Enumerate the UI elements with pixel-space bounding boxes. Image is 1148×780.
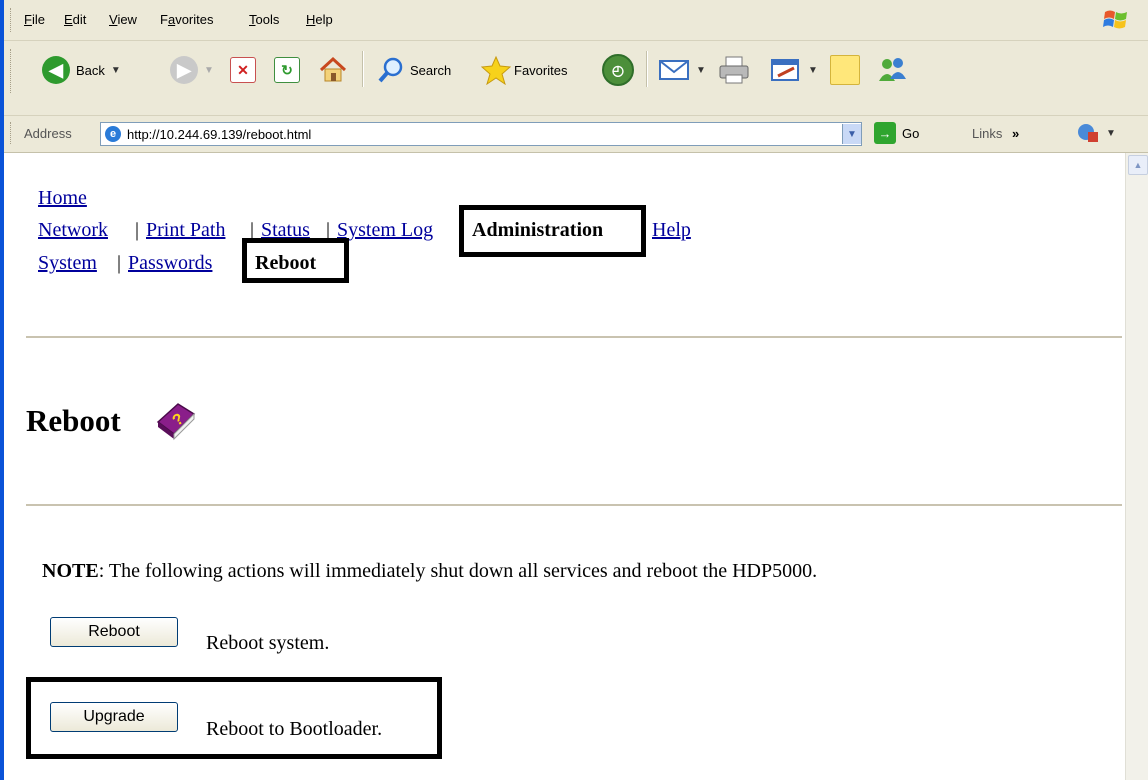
search-icon — [378, 57, 403, 83]
forward-arrow-icon: ▶ — [170, 56, 198, 84]
print-button[interactable] — [718, 49, 750, 91]
refresh-icon: ↻ — [274, 57, 300, 83]
chevron-down-icon: ▼ — [204, 64, 214, 76]
nav-home-link[interactable]: Home — [38, 187, 87, 210]
back-arrow-icon: ◀ — [42, 56, 70, 84]
vertical-scrollbar[interactable]: ▲ — [1125, 153, 1148, 780]
address-grip — [10, 122, 14, 144]
reboot-button[interactable]: Reboot — [50, 617, 178, 647]
upgrade-button[interactable]: Upgrade — [50, 702, 178, 732]
toolbar-separator — [362, 51, 364, 87]
printer-icon — [719, 56, 749, 84]
ie-page-icon: e — [105, 126, 121, 142]
divider — [26, 504, 1122, 507]
messenger-icon — [879, 58, 906, 81]
mail-button[interactable]: ▼ — [658, 49, 706, 91]
go-label: Go — [902, 125, 920, 141]
menu-help[interactable]: Help — [306, 12, 333, 27]
star-icon — [480, 55, 512, 85]
nav-print-path-link[interactable]: Print Path — [146, 219, 225, 242]
links-chevron-icon[interactable]: » — [1012, 126, 1019, 141]
address-label: Address — [24, 126, 72, 141]
nav-network-link[interactable]: Network — [38, 219, 108, 242]
stop-icon: ✕ — [230, 57, 256, 83]
nav-separator: | — [117, 252, 122, 274]
chevron-down-icon: ▼ — [808, 64, 818, 76]
divider — [26, 336, 1122, 339]
nav-current-page: Reboot — [255, 252, 317, 274]
menu-view[interactable]: View — [109, 12, 137, 27]
nav-current-section: Administration — [472, 219, 604, 241]
upgrade-description: Reboot to Bootloader. — [206, 718, 383, 740]
chevron-up-icon: ▲ — [1133, 160, 1143, 170]
home-icon — [319, 56, 347, 82]
extension-button[interactable]: ▼ — [1076, 122, 1116, 144]
menu-edit[interactable]: Edit — [64, 12, 86, 27]
edit-page-icon — [771, 59, 799, 81]
address-input[interactable]: e http://10.244.69.139/reboot.html ▼ — [100, 122, 862, 146]
toolbar-grip — [10, 49, 14, 93]
help-book-icon: ? — [156, 403, 196, 441]
back-label: Back — [76, 62, 105, 78]
address-bar: Address e http://10.244.69.139/reboot.ht… — [4, 116, 1148, 153]
refresh-button[interactable]: ↻ — [274, 49, 300, 91]
nav-help-link[interactable]: Help — [652, 219, 691, 242]
chevron-down-icon: ▼ — [847, 128, 857, 140]
menu-file[interactable]: File — [24, 12, 45, 27]
go-button[interactable]: → Go — [874, 122, 919, 144]
forward-button[interactable]: ▶ ▼ — [170, 49, 214, 91]
menu-favorites[interactable]: Favorites — [160, 12, 213, 27]
chevron-down-icon: ▼ — [696, 64, 706, 76]
favorites-label: Favorites — [514, 62, 568, 78]
edit-button[interactable]: ▼ — [770, 49, 818, 91]
menu-grip — [10, 8, 14, 32]
menu-bar: File Edit View Favorites Tools Help — [4, 0, 1148, 41]
history-icon: ◴ — [602, 54, 634, 86]
address-url[interactable]: http://10.244.69.139/reboot.html — [127, 127, 311, 142]
go-arrow-icon: → — [874, 122, 896, 144]
messenger-button[interactable] — [876, 49, 908, 91]
browser-window: File Edit View Favorites Tools Help ◀ Ba… — [0, 0, 1148, 780]
search-button[interactable]: Search — [376, 49, 451, 91]
address-dropdown-button[interactable]: ▼ — [842, 124, 861, 144]
note-body: : The following actions will immediately… — [98, 560, 818, 582]
note-label: NOTE — [42, 560, 99, 582]
stop-button[interactable]: ✕ — [230, 49, 256, 91]
nav-passwords-link[interactable]: Passwords — [128, 252, 212, 275]
toolbar-separator — [646, 51, 648, 87]
links-label: Links — [972, 126, 1003, 141]
note-text: NOTE: The following actions will immedia… — [42, 560, 817, 583]
history-button[interactable]: ◴ — [602, 49, 634, 91]
discuss-button[interactable] — [830, 49, 860, 91]
extension-icon — [1078, 124, 1098, 142]
menu-tools[interactable]: Tools — [249, 12, 279, 27]
chevron-down-icon: ▼ — [110, 64, 121, 76]
reboot-description: Reboot system. — [206, 632, 330, 654]
windows-logo-icon — [1103, 10, 1127, 29]
favorites-button[interactable]: Favorites — [480, 49, 567, 91]
page-title: Reboot — [26, 403, 121, 438]
mail-icon — [659, 60, 689, 80]
chevron-down-icon: ▼ — [1106, 127, 1116, 139]
note-icon — [830, 55, 860, 85]
standard-toolbar: ◀ Back ▼ ▶ ▼ ✕ ↻ Search Favorites ◴ ▼ ▼ — [4, 41, 1148, 116]
nav-system-log-link[interactable]: System Log — [337, 219, 433, 242]
search-label: Search — [410, 62, 452, 78]
nav-separator: | — [135, 219, 140, 241]
home-button[interactable] — [318, 49, 348, 91]
page-content: Home Network | Print Path | Status | Sys… — [4, 153, 1126, 780]
nav-system-link[interactable]: System — [38, 252, 97, 275]
scroll-up-button[interactable]: ▲ — [1128, 155, 1148, 175]
back-button[interactable]: ◀ Back ▼ — [42, 49, 121, 91]
links-button[interactable]: Links » — [972, 126, 1019, 141]
